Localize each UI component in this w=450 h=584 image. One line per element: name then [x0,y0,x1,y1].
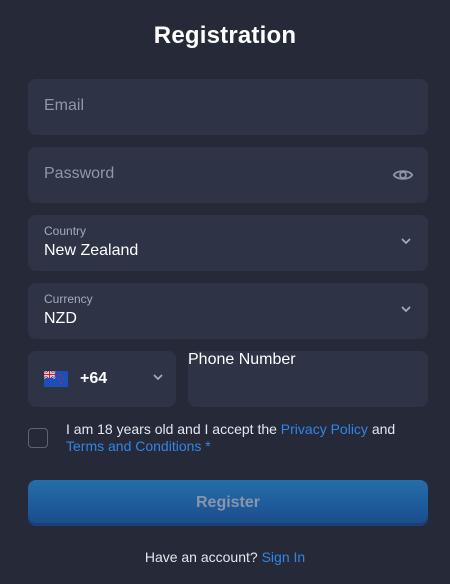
eye-icon[interactable] [392,164,414,186]
password-placeholder: Password [44,165,115,182]
signin-row: Have an account? Sign In [0,549,450,565]
email-field[interactable]: Email [28,79,428,135]
signin-link[interactable]: Sign In [262,549,306,565]
signin-prompt: Have an account? [144,549,258,565]
chevron-down-icon [153,374,163,380]
required-mark: * [205,438,211,454]
country-select[interactable]: Country New Zealand [28,215,428,271]
new-zealand-flag-icon [44,371,68,387]
country-value: New Zealand [44,242,139,259]
phone-number-placeholder: Phone Number [188,351,296,368]
chevron-down-icon [401,306,411,312]
terms-checkbox[interactable] [28,428,48,448]
currency-value: NZD [44,310,77,327]
terms-and: and [371,421,396,437]
chevron-down-icon [401,238,411,244]
currency-select[interactable]: Currency NZD [28,283,428,339]
register-button[interactable]: Register [28,480,428,526]
password-field[interactable]: Password [28,147,428,203]
page-title: Registration [153,22,297,49]
country-label: Country [44,224,87,238]
terms-text: I am 18 years old and I accept the Priva… [66,421,426,455]
phone-code-select[interactable]: +64 [28,351,176,407]
phone-number-field[interactable]: Phone Number [188,351,428,407]
privacy-policy-link[interactable]: Privacy Policy [281,421,368,437]
currency-label: Currency [44,292,93,306]
email-placeholder: Email [44,97,85,114]
terms-statement: I am 18 years old and I accept the [66,421,277,437]
phone-code-value: +64 [80,370,108,387]
terms-conditions-link[interactable]: Terms and Conditions [66,438,201,454]
